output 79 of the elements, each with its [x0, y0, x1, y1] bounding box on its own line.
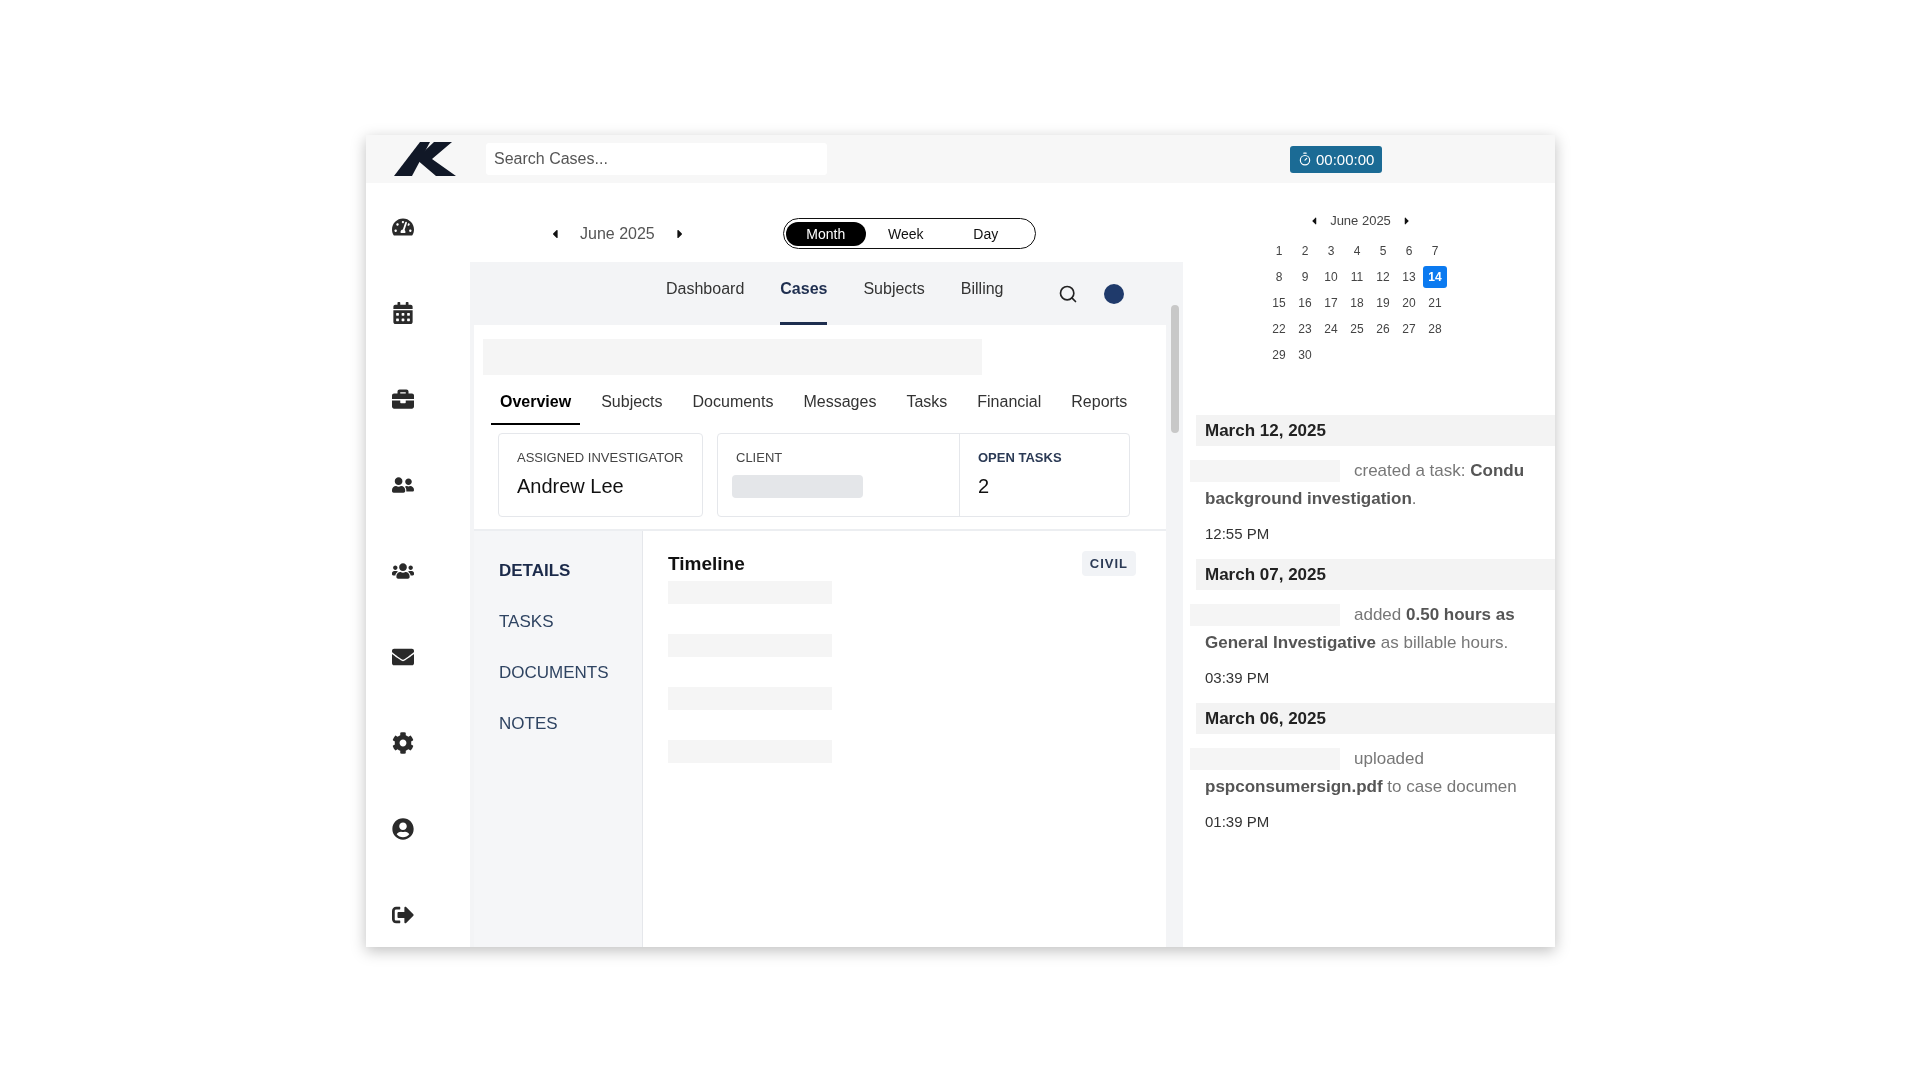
date-header: March 12, 2025: [1196, 415, 1555, 446]
activity-time: 12:55 PM: [1205, 525, 1271, 542]
stat-label: ASSIGNED INVESTIGATOR: [517, 450, 684, 465]
calendar-day[interactable]: 14: [1423, 266, 1447, 288]
search-field[interactable]: Search Cases...: [486, 143, 827, 175]
calendar-day[interactable]: 16: [1293, 292, 1317, 314]
section-link[interactable]: DOCUMENTS: [499, 663, 642, 683]
calendar-day[interactable]: 12: [1371, 266, 1395, 288]
search-icon[interactable]: [1057, 283, 1078, 304]
date-header: March 07, 2025: [1196, 559, 1555, 590]
stat-label: OPEN TASKS: [978, 450, 1063, 465]
view-option[interactable]: Week: [865, 221, 946, 246]
activity-text: uploaded: [1354, 748, 1424, 770]
activity-time: 03:39 PM: [1205, 669, 1271, 686]
calendar-day[interactable]: 9: [1293, 266, 1317, 288]
calendar-icon[interactable]: [390, 301, 416, 325]
stopwatch-icon: [1298, 152, 1312, 166]
calendar-day[interactable]: 28: [1423, 318, 1447, 340]
calendar-day[interactable]: 26: [1371, 318, 1395, 340]
activity-text: created a task: Condu: [1354, 460, 1525, 482]
activity-text: pspconsumersign.pdf to case documen: [1205, 776, 1518, 798]
avatar-circle[interactable]: [1103, 283, 1124, 304]
calendar-day[interactable]: 23: [1293, 318, 1317, 340]
calendar-day[interactable]: 15: [1267, 292, 1291, 314]
stat-value: Andrew Lee: [517, 475, 625, 498]
calendar-day[interactable]: 7: [1423, 240, 1447, 262]
calendar-day[interactable]: 27: [1397, 318, 1421, 340]
calendar-day[interactable]: 3: [1319, 240, 1343, 262]
activity-time: 01:39 PM: [1205, 813, 1271, 830]
calendar-day[interactable]: 4: [1345, 240, 1369, 262]
case-tab[interactable]: Subjects: [592, 383, 672, 425]
calendar-day[interactable]: 6: [1397, 240, 1421, 262]
calendar-day[interactable]: 30: [1293, 344, 1317, 366]
calendar-day[interactable]: 11: [1345, 266, 1369, 288]
nav-link[interactable]: Billing: [960, 262, 1004, 325]
activity-text: background investigation.: [1205, 488, 1418, 510]
calendar-day[interactable]: 13: [1397, 266, 1421, 288]
date-header: March 06, 2025: [1196, 703, 1555, 734]
calendar-day[interactable]: 29: [1267, 344, 1291, 366]
calendar-day[interactable]: 10: [1319, 266, 1343, 288]
case-type-tag: CIVIL: [1081, 551, 1136, 576]
calendar-day[interactable]: 5: [1371, 240, 1395, 262]
calendar-day[interactable]: 24: [1319, 318, 1343, 340]
case-tab[interactable]: Overview: [491, 383, 581, 425]
section-link[interactable]: DETAILS: [499, 561, 642, 581]
calendar-day[interactable]: 8: [1267, 266, 1291, 288]
nav-link[interactable]: Subjects: [863, 262, 925, 325]
view-option[interactable]: Month: [785, 221, 866, 246]
section-link[interactable]: NOTES: [499, 714, 642, 734]
calendar-day[interactable]: 22: [1267, 318, 1291, 340]
calendar-day[interactable]: 18: [1345, 292, 1369, 314]
user-circle-icon[interactable]: [390, 817, 416, 841]
stat-label: CLIENT: [736, 450, 784, 465]
activity-text: General Investigative as billable hours.: [1205, 632, 1510, 654]
month-label: June 2025: [1330, 213, 1391, 228]
case-tab[interactable]: Tasks: [897, 383, 957, 425]
view-option[interactable]: Day: [945, 221, 1026, 246]
month-label: June 2025: [580, 224, 655, 243]
timer-button[interactable]: 00:00:00: [1290, 145, 1383, 173]
case-tab[interactable]: Reports: [1062, 383, 1137, 425]
logo-icon: [394, 142, 456, 176]
case-tab[interactable]: Documents: [683, 383, 783, 425]
calendar-day[interactable]: 19: [1371, 292, 1395, 314]
calendar-day[interactable]: 1: [1267, 240, 1291, 262]
calendar-day[interactable]: 20: [1397, 292, 1421, 314]
settings-icon[interactable]: [390, 731, 416, 755]
calendar-day[interactable]: 2: [1293, 240, 1317, 262]
section-link[interactable]: TASKS: [499, 612, 642, 632]
calendar-day[interactable]: 25: [1345, 318, 1369, 340]
case-tab[interactable]: Financial: [968, 383, 1051, 425]
nav-link[interactable]: Dashboard: [666, 262, 745, 325]
stat-value: 2: [978, 475, 991, 498]
calendar-day[interactable]: 17: [1319, 292, 1343, 314]
calendar-day[interactable]: 21: [1423, 292, 1447, 314]
timeline-title: Timeline: [668, 552, 745, 575]
scrollbar-thumb[interactable]: [1170, 305, 1179, 433]
activity-text: added 0.50 hours as: [1354, 604, 1515, 626]
case-tab[interactable]: Messages: [794, 383, 886, 425]
briefcase-icon[interactable]: [390, 387, 416, 411]
